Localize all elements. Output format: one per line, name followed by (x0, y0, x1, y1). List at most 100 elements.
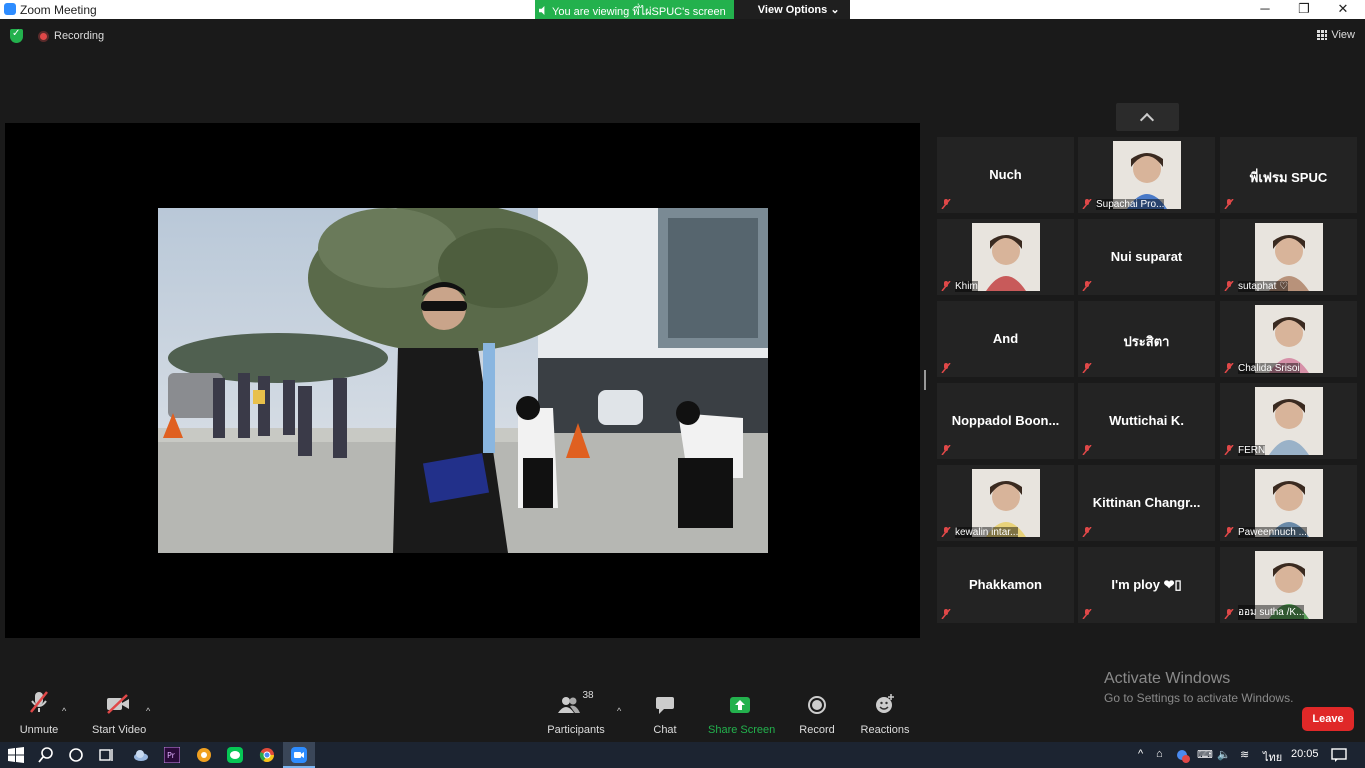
participant-name: I'm ploy ❤▯ (1111, 577, 1182, 592)
cloud-app-icon[interactable] (133, 747, 149, 763)
muted-mic-icon (1082, 609, 1092, 619)
chat-icon (656, 697, 674, 714)
muted-mic-icon (1082, 445, 1092, 455)
viewing-indicator: You are viewing พี่ไผ่SPUC's screen (535, 0, 734, 19)
participant-name: FERN (1238, 445, 1266, 456)
participants-button[interactable]: 38 Participants (546, 690, 606, 736)
maximize-button[interactable]: ❐ (1284, 0, 1324, 19)
close-button[interactable]: ✕ (1323, 0, 1363, 19)
line-app-icon[interactable] (227, 747, 243, 763)
muted-mic-icon (1224, 199, 1234, 209)
shared-screen[interactable] (5, 123, 920, 638)
participant-tile[interactable]: Supachai Pro... (1078, 137, 1215, 213)
participants-options-caret-icon[interactable]: ^ (617, 706, 621, 716)
participant-tile[interactable]: FERN (1220, 383, 1357, 459)
participant-name: Wuttichai K. (1109, 413, 1184, 428)
record-label: Record (799, 724, 835, 736)
recording-indicator[interactable]: Recording (38, 30, 104, 42)
share-screen-label: Share Screen (708, 724, 776, 736)
volume-icon[interactable]: 🔈 (1217, 748, 1231, 761)
participant-tile[interactable]: Phakkamon (937, 547, 1074, 623)
video-options-caret-icon[interactable]: ^ (146, 706, 150, 716)
participant-tile[interactable]: พี่เฟรม SPUC (1220, 137, 1357, 213)
meeting-controls: Unmute ^ Start Video ^ 38 Participants ^ (0, 690, 1365, 742)
participant-name: พี่เฟรม SPUC (1249, 170, 1328, 185)
participant-tile[interactable]: I'm ploy ❤▯ (1078, 547, 1215, 623)
keyboard-tray-icon[interactable]: ⌨ (1197, 748, 1213, 761)
participant-tile[interactable]: Wuttichai K. (1078, 383, 1215, 459)
zoom-taskbar-button[interactable] (283, 742, 315, 768)
view-options-button[interactable]: View Options ⌄ (733, 0, 850, 19)
cortana-icon[interactable] (68, 747, 84, 763)
view-label: View (1331, 29, 1355, 41)
view-button[interactable]: View (1317, 29, 1355, 41)
participant-tile[interactable]: sutaphat ♡ (1220, 219, 1357, 295)
muted-mic-icon (1224, 445, 1234, 455)
chat-button[interactable]: Chat (648, 690, 682, 736)
unmute-button[interactable]: Unmute (18, 690, 60, 736)
meeting-topbar: Recording View (0, 19, 1365, 55)
participant-name: sutaphat ♡ (1238, 281, 1289, 292)
grid-view-icon (1317, 30, 1328, 40)
video-off-icon (107, 694, 129, 714)
muted-mic-icon (1224, 527, 1234, 537)
participant-tile[interactable]: kewalin intar... (937, 465, 1074, 541)
chrome-icon[interactable] (259, 747, 275, 763)
participant-name: Paweennuch ... (1238, 527, 1307, 538)
share-screen-button[interactable]: Share Screen (708, 690, 776, 736)
muted-mic-icon (941, 445, 951, 455)
participant-tile[interactable]: Noppadol Boon... (937, 383, 1074, 459)
muted-mic-icon (1224, 609, 1234, 619)
search-icon[interactable] (38, 747, 54, 763)
participant-tile[interactable]: ออม sutha /K... (1220, 547, 1357, 623)
task-view-icon[interactable] (99, 747, 115, 763)
gallery-scroll-up-button[interactable] (1116, 103, 1179, 131)
notifications-icon[interactable] (1331, 747, 1347, 763)
clock-time[interactable]: 20:05 (1291, 748, 1319, 760)
windows-taskbar: Pr ^ ⌂ ⌨ 🔈 ≋ ไทย 20:05 (0, 742, 1365, 768)
reactions-button[interactable]: Reactions (860, 690, 910, 736)
muted-mic-icon (1082, 199, 1092, 209)
chat-label: Chat (653, 724, 677, 736)
tray-overflow-icon[interactable]: ^ (1138, 748, 1143, 760)
encryption-shield-icon[interactable] (10, 28, 23, 43)
participant-tile[interactable]: And (937, 301, 1074, 377)
share-screen-icon (730, 697, 750, 713)
recording-label: Recording (54, 30, 105, 42)
muted-mic-icon (941, 199, 951, 209)
participant-tile[interactable]: Chalida Srisoi (1220, 301, 1357, 377)
muted-mic-icon (941, 363, 951, 373)
reactions-icon (876, 694, 894, 713)
audio-options-caret-icon[interactable]: ^ (62, 706, 66, 716)
premiere-pro-icon[interactable]: Pr (164, 747, 180, 763)
windows-start-icon[interactable] (8, 747, 24, 763)
participant-tile[interactable]: Kittinan Changr... (1078, 465, 1215, 541)
speaker-icon (539, 6, 545, 15)
participant-name: Supachai Pro... (1096, 199, 1165, 210)
muted-mic-icon (30, 691, 48, 713)
participant-name: Chalida Srisoi (1238, 363, 1300, 374)
record-button[interactable]: Record (798, 690, 836, 736)
wifi-icon[interactable]: ≋ (1240, 748, 1249, 761)
panel-resize-handle[interactable] (924, 370, 926, 390)
participant-tile[interactable]: Khim (937, 219, 1074, 295)
participant-tile[interactable]: Nuch (937, 137, 1074, 213)
network-status-icon[interactable]: ⌂ (1156, 748, 1163, 760)
zoom-app-icon (4, 3, 16, 15)
participants-icon (558, 697, 581, 713)
minimize-button[interactable]: ─ (1245, 0, 1285, 19)
participant-name: ออม sutha /K... (1238, 605, 1305, 620)
viewing-text: You are viewing พี่ไผ่SPUC's screen (552, 5, 726, 18)
muted-mic-icon (941, 609, 951, 619)
muted-mic-icon (941, 527, 951, 537)
antivirus-alert-icon[interactable] (1176, 749, 1190, 763)
muted-mic-icon (1082, 363, 1092, 373)
participant-tile[interactable]: ประสิตา (1078, 301, 1215, 377)
watermark-title: Activate Windows (1104, 670, 1231, 687)
orange-app-icon[interactable] (196, 747, 212, 763)
leave-button[interactable]: Leave (1302, 707, 1354, 731)
participant-tile[interactable]: Nui suparat (1078, 219, 1215, 295)
input-language[interactable]: ไทย (1263, 748, 1282, 766)
participant-tile[interactable]: Paweennuch ... (1220, 465, 1357, 541)
start-video-button[interactable]: Start Video (92, 690, 146, 736)
